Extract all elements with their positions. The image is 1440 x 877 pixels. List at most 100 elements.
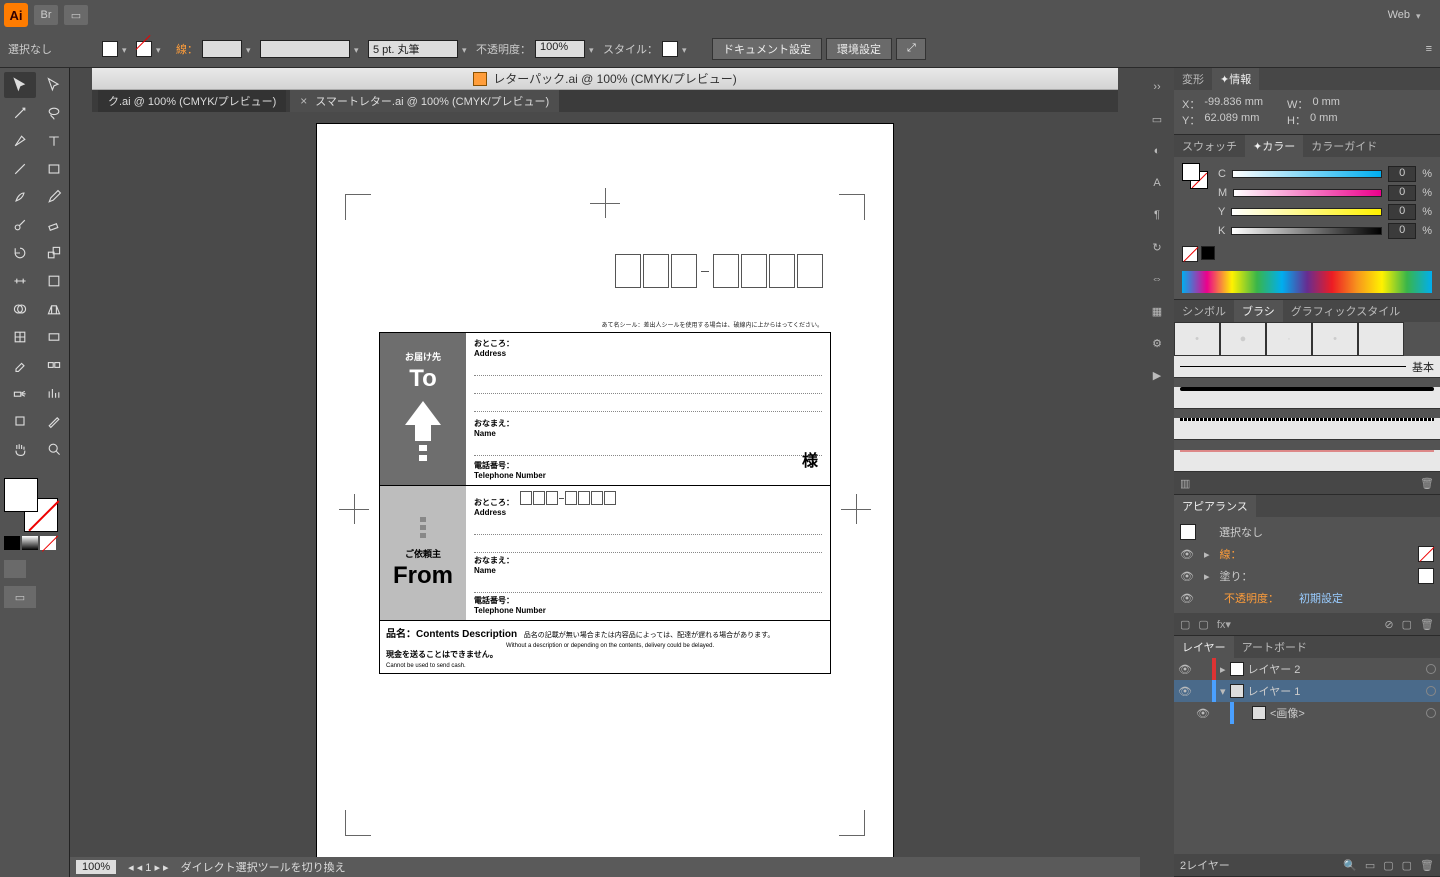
- preferences-button[interactable]: 環境設定: [826, 38, 892, 60]
- gradient-tool[interactable]: [38, 324, 70, 350]
- brush-thumb[interactable]: ·: [1266, 322, 1312, 356]
- disclosure-icon[interactable]: ▸: [1220, 663, 1226, 676]
- layer-name[interactable]: レイヤー 2: [1248, 661, 1301, 677]
- fill-swatch[interactable]: [1418, 568, 1434, 584]
- brush-thumb[interactable]: •: [1312, 322, 1358, 356]
- color-mode-icon[interactable]: [4, 536, 20, 550]
- dock-expand-icon[interactable]: ››: [1146, 76, 1168, 98]
- chevron-down-icon[interactable]: [589, 44, 599, 54]
- locate-icon[interactable]: 🔍: [1343, 859, 1357, 872]
- hand-tool[interactable]: [4, 436, 36, 462]
- visibility-icon[interactable]: 👁: [1180, 592, 1194, 605]
- disclosure-icon[interactable]: ▸: [1204, 570, 1210, 583]
- dock-panel-icon[interactable]: ⇔: [1146, 268, 1168, 290]
- layer-row[interactable]: 👁 ▸ レイヤー 2: [1174, 658, 1440, 680]
- disclosure-icon[interactable]: ▾: [1220, 685, 1226, 698]
- document-setup-button[interactable]: ドキュメント設定: [712, 38, 822, 60]
- direct-selection-tool[interactable]: [38, 72, 70, 98]
- target-icon[interactable]: [1426, 686, 1436, 696]
- align-to-button[interactable]: ⤢: [896, 38, 926, 60]
- delete-icon[interactable]: 🗑: [1420, 618, 1434, 631]
- blend-tool[interactable]: [38, 352, 70, 378]
- tab-transform[interactable]: 変形: [1174, 68, 1212, 90]
- spectrum-bar[interactable]: [1182, 271, 1432, 293]
- visibility-icon[interactable]: 👁: [1196, 707, 1210, 720]
- brush-thumb[interactable]: [1358, 322, 1404, 356]
- dock-panel-icon[interactable]: ↻: [1146, 236, 1168, 258]
- opacity-link[interactable]: 初期設定: [1299, 590, 1343, 606]
- tab-info[interactable]: ✦ 情報: [1212, 68, 1259, 90]
- width-tool[interactable]: [4, 268, 36, 294]
- fill-swatch[interactable]: [102, 41, 118, 57]
- new-art-icon[interactable]: ▢: [1180, 618, 1190, 631]
- brush-basic[interactable]: 基本: [1174, 356, 1440, 378]
- brush-list-item[interactable]: [1174, 450, 1440, 472]
- layer-name[interactable]: <画像>: [1270, 705, 1305, 721]
- yellow-input[interactable]: 0: [1388, 204, 1416, 220]
- eyedropper-tool[interactable]: [4, 352, 36, 378]
- document-tab[interactable]: × スマートレター.ai @ 100% (CMYK/プレビュー): [290, 90, 559, 112]
- cyan-slider[interactable]: [1232, 170, 1382, 178]
- eraser-tool[interactable]: [38, 212, 70, 238]
- target-icon[interactable]: [1426, 664, 1436, 674]
- close-icon[interactable]: ×: [300, 94, 307, 108]
- magenta-slider[interactable]: [1233, 189, 1382, 197]
- artboard-nav[interactable]: ◂ ◂ 1 ▸ ▸: [128, 861, 168, 874]
- stroke-swatch[interactable]: [1418, 546, 1434, 562]
- chevron-down-icon[interactable]: [354, 44, 364, 54]
- gradient-mode-icon[interactable]: [22, 536, 38, 550]
- chevron-down-icon[interactable]: [246, 44, 256, 54]
- panel-menu-icon[interactable]: ≡: [1426, 43, 1432, 55]
- artboard-tool[interactable]: [4, 408, 36, 434]
- rotate-tool[interactable]: [4, 240, 36, 266]
- chevron-down-icon[interactable]: [122, 44, 132, 54]
- arrange-docs-icon[interactable]: ▭: [64, 5, 88, 25]
- none-mode-icon[interactable]: [40, 536, 56, 550]
- tab-symbols[interactable]: シンボル: [1174, 300, 1234, 322]
- perspective-grid-tool[interactable]: [38, 296, 70, 322]
- rectangle-tool[interactable]: [38, 156, 70, 182]
- none-swatch-icon[interactable]: [1182, 246, 1198, 262]
- line-tool[interactable]: [4, 156, 36, 182]
- duplicate-icon[interactable]: ▢: [1402, 618, 1412, 631]
- delete-icon[interactable]: 🗑: [1420, 859, 1434, 872]
- type-tool[interactable]: [38, 128, 70, 154]
- brush-thumb[interactable]: ●: [1220, 322, 1266, 356]
- free-transform-tool[interactable]: [38, 268, 70, 294]
- layer-name[interactable]: レイヤー 1: [1248, 683, 1301, 699]
- lasso-tool[interactable]: [38, 100, 70, 126]
- column-graph-tool[interactable]: [38, 380, 70, 406]
- opacity-input[interactable]: 100%: [535, 40, 585, 58]
- tab-swatches[interactable]: スウォッチ: [1174, 135, 1245, 157]
- tab-artboards[interactable]: アートボード: [1234, 636, 1315, 658]
- layer-row[interactable]: 👁 ▾ レイヤー 1: [1174, 680, 1440, 702]
- dock-panel-icon[interactable]: ▭: [1146, 108, 1168, 130]
- pen-tool[interactable]: [4, 128, 36, 154]
- magenta-input[interactable]: 0: [1388, 185, 1416, 201]
- blob-brush-tool[interactable]: [4, 212, 36, 238]
- shape-builder-tool[interactable]: [4, 296, 36, 322]
- pencil-tool[interactable]: [38, 184, 70, 210]
- selection-tool[interactable]: [4, 72, 36, 98]
- scale-tool[interactable]: [38, 240, 70, 266]
- tab-graphic-styles[interactable]: グラフィックスタイル: [1283, 300, 1408, 322]
- dock-panel-icon[interactable]: A: [1146, 172, 1168, 194]
- brush-list-item[interactable]: [1174, 387, 1440, 409]
- black-input[interactable]: 0: [1388, 223, 1416, 239]
- black-swatch-icon[interactable]: [1201, 246, 1215, 260]
- yellow-slider[interactable]: [1231, 208, 1382, 216]
- screen-mode-button[interactable]: ▭: [4, 586, 36, 608]
- zoom-tool[interactable]: [38, 436, 70, 462]
- target-icon[interactable]: [1426, 708, 1436, 718]
- make-clip-icon[interactable]: ▭: [1365, 859, 1375, 872]
- disclosure-icon[interactable]: ▸: [1204, 548, 1210, 561]
- mesh-tool[interactable]: [4, 324, 36, 350]
- slice-tool[interactable]: [38, 408, 70, 434]
- library-icon[interactable]: ▥: [1180, 477, 1190, 490]
- document-tab[interactable]: ク.ai @ 100% (CMYK/プレビュー): [98, 90, 286, 112]
- brush-list-item[interactable]: [1174, 418, 1440, 440]
- visibility-icon[interactable]: 👁: [1178, 685, 1192, 698]
- color-panel-fillstroke[interactable]: [1182, 163, 1208, 189]
- paintbrush-tool[interactable]: [4, 184, 36, 210]
- clear-icon[interactable]: ⊘: [1384, 618, 1393, 631]
